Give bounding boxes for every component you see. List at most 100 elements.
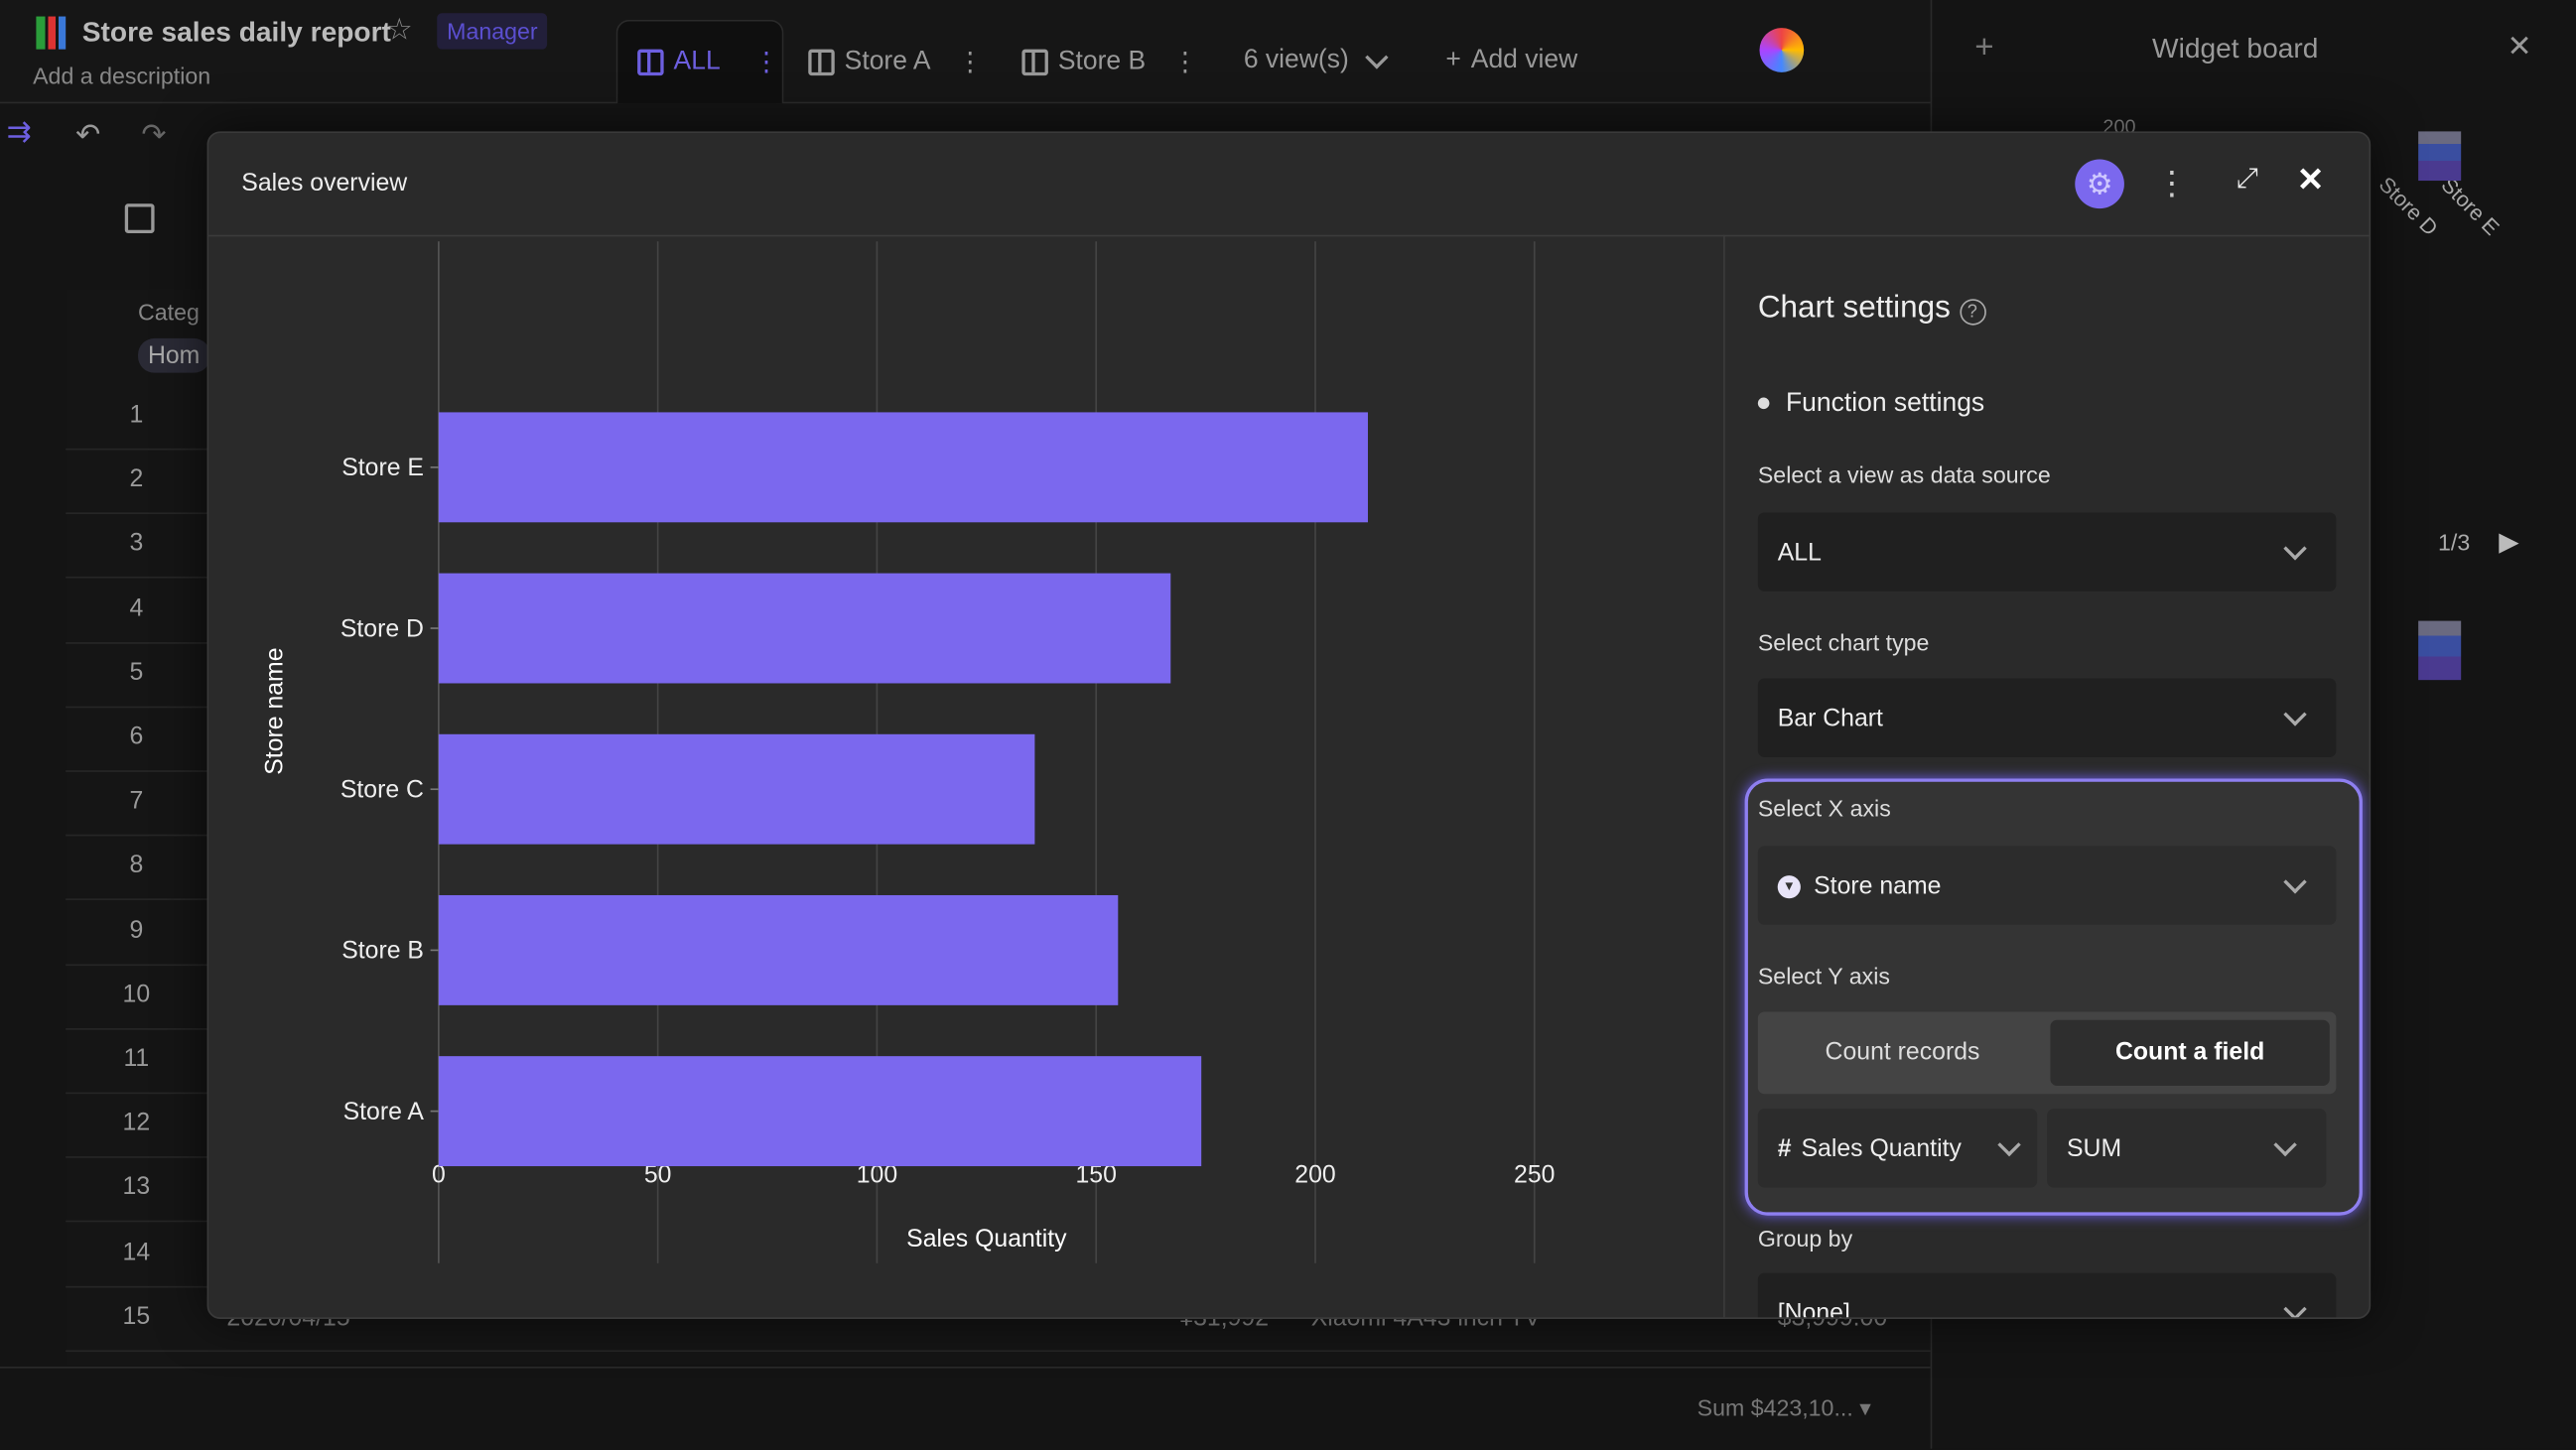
chevron-down-icon <box>2283 703 2307 726</box>
close-icon[interactable]: ✕ <box>2297 160 2325 200</box>
chevron-down-icon <box>2283 1297 2307 1318</box>
row-number: 13 <box>122 1173 151 1202</box>
plus-icon: + <box>1445 46 1461 74</box>
add-view-label: Add view <box>1470 46 1578 74</box>
count-field-option[interactable]: Count a field <box>2050 1019 2330 1086</box>
undo-icon[interactable]: ↶ <box>75 118 100 153</box>
row-number: 2 <box>129 464 144 493</box>
row-number: 3 <box>129 529 144 558</box>
footer-sum[interactable]: Sum $423,10... ▾ <box>1697 1394 1871 1422</box>
select-value: Store name <box>1814 870 1942 900</box>
y-axis-title: Store name <box>262 647 289 774</box>
chevron-down-icon <box>1365 46 1389 69</box>
bullet-icon <box>1757 397 1770 410</box>
modal-title: Sales overview <box>241 169 408 198</box>
section-function-settings: Function settings <box>1757 389 1985 419</box>
close-icon[interactable]: ✕ <box>2508 30 2532 65</box>
row-number: 14 <box>122 1238 151 1266</box>
group-by-label: Group by <box>1757 1225 1853 1252</box>
row-number: 15 <box>122 1302 151 1331</box>
star-icon[interactable]: ☆ <box>386 13 413 48</box>
row-number: 10 <box>122 980 151 1008</box>
y-tick-label: Store A <box>343 1099 425 1125</box>
tab-label: Store B <box>1057 47 1147 76</box>
grid-icon <box>1021 49 1048 76</box>
data-source-select[interactable]: ALL <box>1757 512 2337 592</box>
help-icon[interactable]: ? <box>1959 299 1986 326</box>
tab-store-b[interactable]: Store B ⋮ <box>1021 46 1198 78</box>
x-axis-select[interactable]: ▼ Store name <box>1757 846 2337 925</box>
app-logo-icon <box>36 16 67 50</box>
more-icon[interactable]: ⋮ <box>2155 163 2188 203</box>
avatar[interactable] <box>1759 28 1805 72</box>
more-icon[interactable]: ⋮ <box>957 46 983 78</box>
app-title: Store sales daily report <box>81 16 391 48</box>
number-field-icon: # <box>1777 1133 1792 1162</box>
settings-gear-icon[interactable]: ⚙ <box>2075 159 2124 209</box>
chevron-down-icon <box>2283 537 2307 561</box>
bar <box>438 412 1368 523</box>
row-number: 9 <box>129 915 144 944</box>
count-records-option[interactable]: Count records <box>1758 1011 2047 1094</box>
chart-type-select[interactable]: Bar Chart <box>1757 678 2337 757</box>
widget-board-title[interactable]: Widget board <box>2152 33 2318 66</box>
row-divider <box>66 1350 1931 1352</box>
widget-bar <box>2418 620 2462 681</box>
select-all-checkbox[interactable] <box>124 203 155 234</box>
bar <box>438 733 1035 845</box>
next-page-icon[interactable]: ▶ <box>2499 526 2518 559</box>
widget-pager: 1/3 <box>2438 528 2471 556</box>
tab-label: Store A <box>844 47 931 76</box>
settings-heading-text: Chart settings <box>1757 290 1951 326</box>
add-widget-icon[interactable]: + <box>1974 30 1993 67</box>
tab-store-a[interactable]: Store A ⋮ <box>808 46 983 78</box>
table-footer: Sum $423,10... ▾ <box>0 1366 1931 1450</box>
x-axis-label: Select X axis <box>1757 795 1891 822</box>
section-label: Function settings <box>1785 389 1985 418</box>
select-value: ALL <box>1777 538 1822 567</box>
views-count: 6 view(s) <box>1243 46 1349 74</box>
row-number: 12 <box>122 1109 151 1137</box>
select-value: Bar Chart <box>1777 704 1883 732</box>
select-value: [None] <box>1777 1298 1850 1318</box>
row-number: 7 <box>129 787 144 816</box>
row-number: 11 <box>123 1044 150 1073</box>
chart-settings-panel: Chart settings ? Function settings Selec… <box>1723 234 2371 1318</box>
chart-modal: Sales overview ⚙ ⋮ ⤢ ✕ 0 50 100 150 200 250 St… <box>206 131 2372 1319</box>
description-field[interactable]: Add a description <box>33 63 210 88</box>
widget-label: Store D <box>2373 172 2443 241</box>
bar <box>438 1056 1202 1167</box>
row-number: 5 <box>129 658 144 687</box>
tab-all[interactable]: ALL ⋮ <box>637 46 779 78</box>
redo-icon[interactable]: ↷ <box>141 118 166 153</box>
group-value: Hom <box>138 337 210 373</box>
chevron-down-icon <box>1997 1132 2021 1157</box>
select-value: SUM <box>2066 1133 2122 1162</box>
single-select-field-icon: ▼ <box>1777 874 1801 898</box>
bar-chart: 0 50 100 150 200 250Store EStore DStore CStor… <box>262 241 1555 1263</box>
expand-icon[interactable]: ⤢ <box>2236 163 2258 196</box>
y-field-select[interactable]: # Sales Quantity <box>1757 1109 2038 1188</box>
chart-type-label: Select chart type <box>1757 628 1930 656</box>
y-axis-label: Select Y axis <box>1757 962 1890 989</box>
row-number: 1 <box>129 400 144 429</box>
sidebar-toggle-icon[interactable]: ⇉ <box>7 115 32 150</box>
app-root: Store sales daily report ☆ Manager Add a… <box>0 0 2576 1450</box>
y-mode-toggle: Count records Count a field <box>1757 1011 2337 1095</box>
views-dropdown[interactable]: 6 view(s) <box>1244 46 1399 75</box>
data-source-label: Select a view as data source <box>1757 461 2051 488</box>
row-number: 4 <box>129 593 144 622</box>
x-tick-label: 200 <box>1294 1162 1335 1189</box>
y-aggregation-select[interactable]: SUM <box>2047 1109 2327 1188</box>
group-by-select[interactable]: [None] <box>1757 1272 2337 1318</box>
add-view-button[interactable]: + Add view <box>1445 46 1577 75</box>
widget-label: Store E <box>2436 172 2505 240</box>
widget-bar <box>2418 131 2462 182</box>
more-icon[interactable]: ⋮ <box>1172 46 1198 78</box>
y-tick-label: Store C <box>340 777 424 804</box>
x-tick-label: 250 <box>1514 1162 1555 1189</box>
role-badge: Manager <box>437 13 548 50</box>
more-icon[interactable]: ⋮ <box>753 46 779 78</box>
row-number: 8 <box>129 851 144 880</box>
y-tick-label: Store B <box>341 938 424 965</box>
